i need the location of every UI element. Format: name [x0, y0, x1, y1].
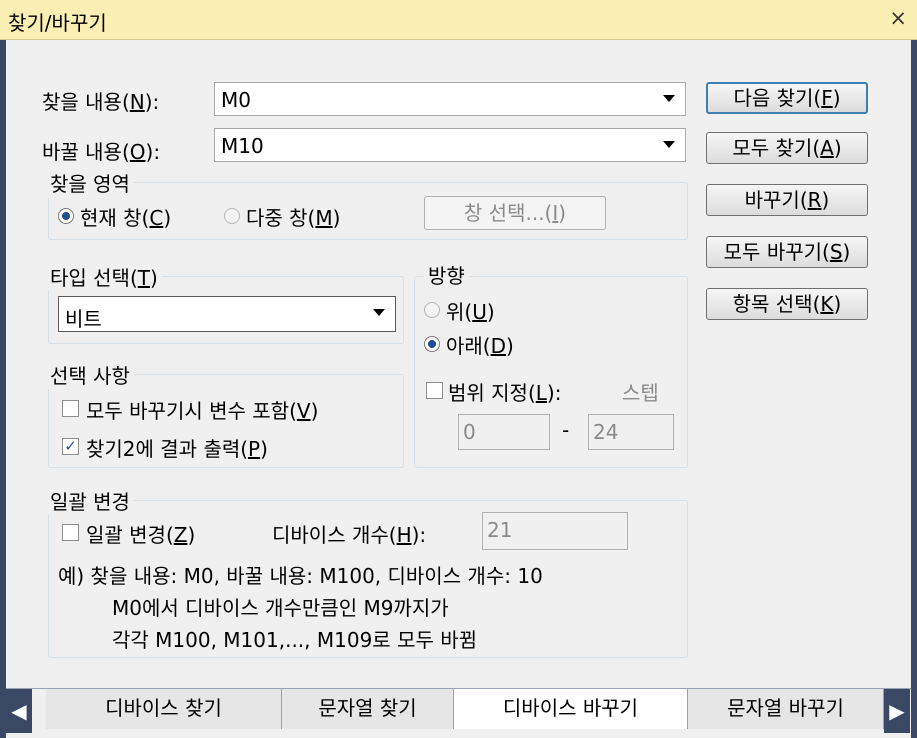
step-label: 스텝 [622, 381, 659, 405]
current-window-label: 현재 창(C) [80, 206, 172, 230]
select-items-button[interactable]: 항목 선택(K) [706, 288, 868, 320]
title-bar: 찾기/바꾸기 × [0, 0, 917, 40]
tab-prev-icon[interactable]: ◀ [6, 689, 32, 733]
multi-window-label: 다중 창(M) [246, 206, 341, 230]
find-label: 찾을 내용(N): [42, 90, 160, 114]
search-area-title: 찾을 영역 [46, 168, 134, 197]
tab-bar: ◀ 디바이스 찾기 문자열 찾기 디바이스 바꾸기 문자열 바꾸기 ▶ [6, 688, 911, 733]
range-dash: - [562, 418, 570, 442]
select-window-button[interactable]: 창 선택...(I) [424, 196, 606, 230]
chevron-down-icon[interactable] [663, 141, 675, 148]
tab-device-replace[interactable]: 디바이스 바꾸기 [454, 689, 688, 729]
batch-example-line-1: 예) 찾을 내용: M0, 바꿀 내용: M100, 디바이스 개수: 10 [58, 564, 543, 588]
find-all-button[interactable]: 모두 찾기(A) [706, 132, 868, 164]
direction-up-radio[interactable] [424, 302, 440, 318]
chevron-down-icon[interactable] [373, 309, 385, 316]
options-title: 선택 사항 [46, 360, 134, 389]
direction-down-radio[interactable] [424, 336, 440, 352]
replace-all-button[interactable]: 모두 바꾸기(S) [706, 236, 868, 268]
replace-combobox[interactable]: M10 [214, 128, 686, 162]
batch-example-line-3: 각각 M100, M101,..., M109로 모두 바뀜 [112, 628, 478, 652]
replace-value: M10 [221, 134, 264, 158]
device-count-label: 디바이스 개수(H): [272, 523, 427, 547]
tab-next-icon[interactable]: ▶ [884, 689, 910, 733]
find-combobox[interactable]: M0 [214, 82, 686, 116]
range-to-input[interactable]: 24 [588, 414, 674, 450]
device-count-input[interactable]: 21 [482, 512, 628, 550]
batch-checkbox[interactable] [62, 524, 79, 541]
direction-title: 방향 [424, 260, 469, 289]
range-checkbox[interactable] [426, 382, 443, 399]
batch-check-label: 일괄 변경(Z) [86, 523, 196, 547]
replace-button[interactable]: 바꾸기(R) [706, 184, 868, 216]
range-from-input[interactable]: 0 [458, 414, 550, 450]
multi-window-radio[interactable] [224, 208, 240, 224]
tab-string-find[interactable]: 문자열 찾기 [282, 689, 454, 729]
output-find2-label: 찾기2에 결과 출력(P) [86, 437, 268, 461]
include-vars-label: 모두 바꾸기시 변수 포함(V) [86, 399, 319, 423]
type-select-title: 타입 선택(T) [46, 262, 162, 291]
find-replace-dialog: 찾기/바꾸기 × 찾을 내용(N): M0 바꿀 내용(O): M10 다음 찾… [0, 0, 917, 738]
dialog-title: 찾기/바꾸기 [8, 11, 107, 35]
replace-label: 바꿀 내용(O): [42, 140, 161, 164]
type-select-combobox[interactable]: 비트 [58, 296, 396, 332]
direction-down-label: 아래(D) [446, 334, 514, 358]
batch-title: 일괄 변경 [46, 486, 134, 515]
include-vars-checkbox[interactable] [62, 400, 79, 417]
tab-device-find[interactable]: 디바이스 찾기 [46, 689, 282, 729]
find-next-button[interactable]: 다음 찾기(F) [706, 82, 868, 114]
range-label: 범위 지정(L): [448, 381, 562, 405]
current-window-radio[interactable] [58, 208, 74, 224]
output-find2-checkbox[interactable]: ✓ [62, 438, 79, 455]
close-icon[interactable]: × [889, 6, 907, 30]
chevron-down-icon[interactable] [663, 95, 675, 102]
direction-up-label: 위(U) [446, 300, 495, 324]
batch-example-line-2: M0에서 디바이스 개수만큼인 M9까지가 [112, 596, 449, 620]
type-select-value: 비트 [65, 307, 102, 331]
find-value: M0 [221, 88, 251, 112]
tab-string-replace[interactable]: 문자열 바꾸기 [688, 689, 884, 729]
